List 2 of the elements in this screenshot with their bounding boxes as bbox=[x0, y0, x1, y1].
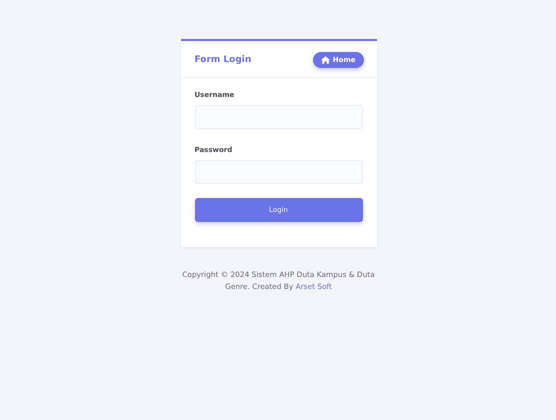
home-icon bbox=[320, 56, 330, 64]
form-title: Form Login bbox=[194, 55, 252, 65]
